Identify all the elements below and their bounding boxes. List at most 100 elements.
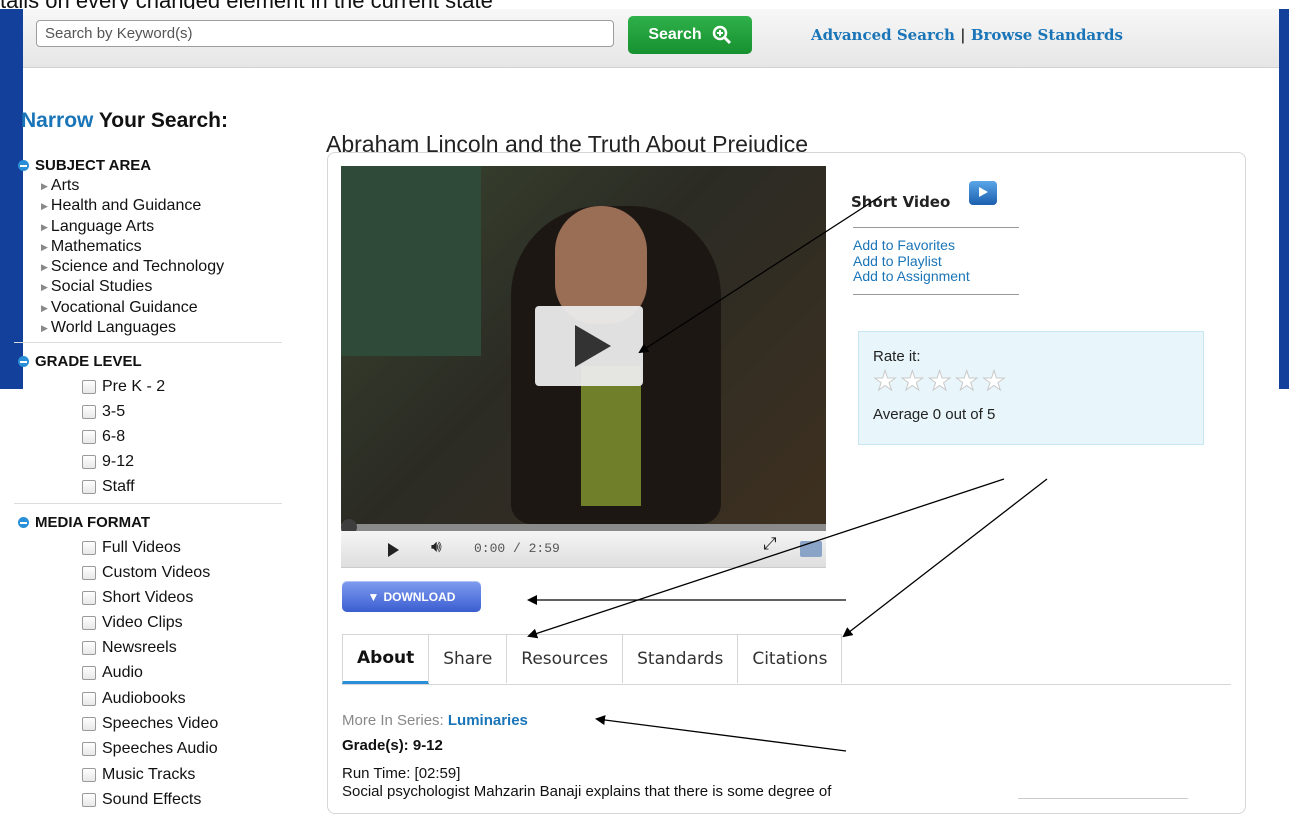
tab-standards[interactable]: Standards [622,634,739,683]
triangle-right-icon: ▶ [41,181,48,191]
checkbox[interactable] [82,616,96,630]
star-icon[interactable]: ★ [981,367,1006,395]
star-icon[interactable]: ★ [872,367,897,395]
media-format-header[interactable]: MEDIA FORMAT [18,514,150,531]
grade-checkbox-3-5[interactable]: 3-5 [82,403,125,421]
volume-icon[interactable]: 🔊︎ [431,537,442,557]
subject-item-health[interactable]: ▶ Health and Guidance [41,196,224,216]
media-checkbox-audio[interactable]: Audio [82,664,143,682]
media-checkbox-newsreels[interactable]: Newsreels [82,639,177,657]
checkbox[interactable] [82,541,96,555]
media-checkbox-sound-effects[interactable]: Sound Effects [82,791,201,809]
big-play-icon[interactable] [535,306,643,386]
triangle-right-icon: ▶ [41,241,48,252]
narrow-title-rest: Your Search: [93,109,228,132]
tab-share[interactable]: Share [428,634,508,683]
search-links: Advanced Search | Browse Standards [811,26,1123,44]
subject-item-label: Social Studies [50,278,153,296]
checkbox[interactable] [82,666,96,680]
short-video-icon [969,181,997,205]
checkbox-label: Newsreels [102,639,177,656]
sidebar-divider [14,503,282,504]
subject-item-social-studies[interactable]: ▶ Social Studies [41,277,224,297]
star-icon[interactable]: ★ [954,367,979,395]
subject-item-science[interactable]: ▶ Science and Technology [41,257,224,277]
checkbox[interactable] [82,717,96,731]
checkbox[interactable] [82,380,96,394]
subject-item-language-arts[interactable]: ▶ Language Arts [41,217,224,237]
video-frame-scarf [581,366,641,506]
subject-area-header[interactable]: SUBJECT AREA [18,157,151,174]
add-to-favorites-link[interactable]: Add to Favorites [853,237,970,254]
subject-item-label: Vocational Guidance [50,298,198,316]
checkbox-label: Pre K - 2 [102,378,166,395]
star-icon[interactable]: ★ [900,367,925,395]
series-link[interactable]: Luminaries [448,712,528,729]
tab-label: Standards [637,649,724,669]
fullscreen-icon[interactable]: ⤢ [763,534,777,554]
checkbox[interactable] [82,430,96,444]
grade-checkbox-9-12[interactable]: 9-12 [82,453,134,471]
media-checkbox-full-videos[interactable]: Full Videos [82,539,181,557]
media-checkbox-speeches-audio[interactable]: Speeches Audio [82,740,218,758]
subject-item-label: Science and Technology [50,258,225,276]
checkbox-label: Audiobooks [102,690,186,707]
browse-standards-link[interactable]: Browse Standards [971,26,1123,44]
subject-item-world-languages[interactable]: ▶ World Languages [41,318,224,338]
download-button[interactable]: ▼ DOWNLOAD [342,581,481,612]
triangle-right-icon: ▶ [41,302,48,313]
add-to-playlist-link[interactable]: Add to Playlist [853,253,970,270]
subject-item-arts[interactable]: ▶ Arts [41,176,224,196]
checkbox-label: Sound Effects [102,791,202,808]
checkbox[interactable] [82,405,96,419]
top-strip: tails on every changed element in the cu… [0,0,1289,9]
star-icon[interactable]: ★ [927,367,952,395]
media-checkbox-audiobooks[interactable]: Audiobooks [82,690,186,708]
time-separator: / [505,541,529,556]
media-checkbox-music-tracks[interactable]: Music Tracks [82,766,195,784]
checkbox-label: Staff [102,478,135,495]
tab-label: Resources [521,649,609,669]
checkbox-label: Audio [102,664,143,681]
side-divider [853,227,1019,228]
grade-checkbox-prek2[interactable]: Pre K - 2 [82,378,165,396]
media-checkbox-speeches-video[interactable]: Speeches Video [82,715,218,733]
grade-level-heading: GRADE LEVEL [35,353,142,370]
collapse-icon [18,356,29,367]
subject-item-mathematics[interactable]: ▶ Mathematics [41,237,224,257]
series-label: More In Series: [342,712,448,729]
tab-resources[interactable]: Resources [506,634,624,683]
narrow-title-accent: Narrow [21,109,94,132]
video-progress-bar[interactable] [341,524,826,531]
grade-checkbox-staff[interactable]: Staff [82,478,135,496]
subject-item-vocational[interactable]: ▶ Vocational Guidance [41,298,224,318]
checkbox[interactable] [82,591,96,605]
checkbox[interactable] [82,692,96,706]
checkbox[interactable] [82,480,96,494]
checkbox[interactable] [82,742,96,756]
triangle-right-icon: ▶ [41,201,48,212]
time-total: 2:59 [528,541,560,556]
tab-label: Share [443,649,493,669]
tab-about[interactable]: About [342,634,430,684]
search-button[interactable]: Search [628,16,752,54]
grade-level-header[interactable]: GRADE LEVEL [18,353,142,370]
checkbox-label: 6-8 [102,428,126,445]
advanced-search-link[interactable]: Advanced Search [811,26,955,44]
tab-citations[interactable]: Citations [737,634,843,683]
checkbox[interactable] [82,641,96,655]
search-input[interactable] [36,20,614,47]
description-text: Social psychologist Mahzarin Banaji expl… [342,783,832,800]
player-logo-icon [800,541,822,557]
add-to-assignment-link[interactable]: Add to Assignment [853,269,970,285]
checkbox[interactable] [82,768,96,782]
time-current: 0:00 [474,541,506,556]
checkbox[interactable] [82,455,96,469]
checkbox[interactable] [82,566,96,580]
media-checkbox-custom-videos[interactable]: Custom Videos [82,564,210,582]
grade-checkbox-6-8[interactable]: 6-8 [82,428,125,446]
play-icon[interactable] [388,543,399,557]
subject-area-heading: SUBJECT AREA [35,157,152,174]
media-checkbox-short-videos[interactable]: Short Videos [82,589,193,607]
media-checkbox-video-clips[interactable]: Video Clips [82,614,183,632]
